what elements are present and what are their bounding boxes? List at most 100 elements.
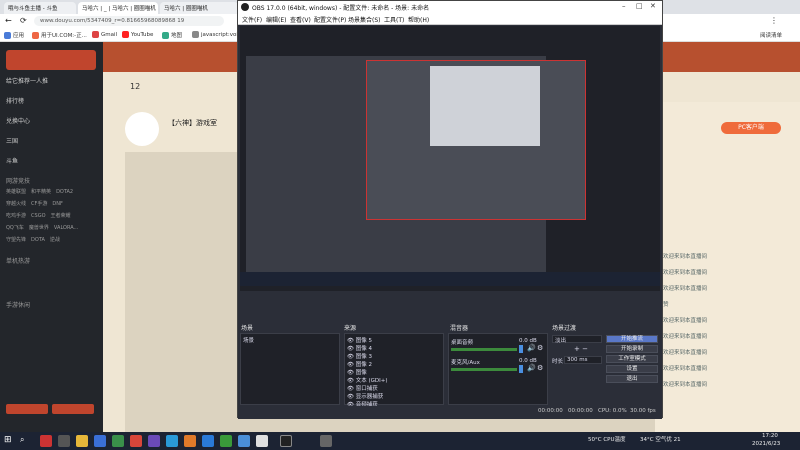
duration-input[interactable]: 300 ms bbox=[564, 356, 602, 364]
back-icon[interactable]: ← bbox=[5, 16, 12, 25]
settings-button[interactable]: 设置 bbox=[606, 365, 658, 373]
menu-scene-collection[interactable]: 场景集合(S) bbox=[348, 15, 381, 24]
nav-item[interactable]: 给它推荐一人推 bbox=[6, 76, 48, 85]
scene-item[interactable]: 场景 bbox=[243, 336, 254, 344]
windows-taskbar: ⊞ ⌕ 50°C CPU温度 34°C 空气优 21 17:20 2021/6/… bbox=[0, 432, 800, 450]
chat-line: 欢迎来到本直播间 bbox=[663, 270, 708, 276]
tab-label: 哦与斗鱼主播 - 斗鱼 bbox=[8, 6, 58, 12]
grid-item[interactable]: 守望先锋 DOTA 逆战 bbox=[6, 236, 60, 243]
nav-item[interactable]: 排行榜 bbox=[6, 96, 24, 105]
menu-view[interactable]: 查看(V) bbox=[290, 15, 311, 24]
exit-button[interactable]: 退出 bbox=[606, 375, 658, 383]
nav-item[interactable]: 兑换中心 bbox=[6, 116, 30, 125]
chat-line: 赞 bbox=[663, 302, 669, 308]
maximize-icon[interactable]: □ bbox=[636, 2, 643, 10]
app-icon[interactable] bbox=[58, 435, 70, 447]
tab-label: 马哈六 | 圈圈喵机 bbox=[164, 6, 208, 12]
source-item[interactable]: 👁 图像 3 bbox=[347, 352, 372, 360]
app-icon[interactable] bbox=[238, 435, 250, 447]
scenes-list[interactable]: 场景 bbox=[240, 333, 340, 405]
bookmark-maps[interactable]: 地图 bbox=[162, 31, 182, 39]
youtube-icon bbox=[122, 31, 129, 38]
reload-icon[interactable]: ⟳ bbox=[20, 16, 27, 25]
apps-icon bbox=[4, 32, 11, 39]
search-icon[interactable]: ⌕ bbox=[20, 435, 24, 445]
mixer-track-name: 桌面音频 bbox=[451, 340, 474, 346]
speaker-icon[interactable]: 🔊 bbox=[527, 344, 536, 352]
grid-item[interactable]: 吃鸡手游 CSGO 王者荣耀 bbox=[6, 212, 71, 219]
edge-icon[interactable] bbox=[202, 435, 214, 447]
source-item[interactable]: 👁 图像 bbox=[347, 368, 367, 376]
source-item[interactable]: 👁 图像 4 bbox=[347, 344, 372, 352]
avatar[interactable] bbox=[125, 112, 159, 146]
volume-slider[interactable] bbox=[519, 365, 523, 373]
nav-item[interactable]: 三国 bbox=[6, 136, 18, 145]
grid-item[interactable]: QQ飞车 魔兽世界 VALORA... bbox=[6, 224, 78, 231]
source-item[interactable]: 👁 显示器捕获 bbox=[347, 392, 383, 400]
chat-line: 欢迎来到本直播间 bbox=[663, 366, 708, 372]
source-item[interactable]: 👁 文本 (GDI+) bbox=[347, 376, 388, 384]
tab-2[interactable]: 马哈六 | _ | 马哈六 | 圈圈喵机 bbox=[78, 2, 158, 14]
studio-mode-button[interactable]: 工作室模式 bbox=[606, 355, 658, 363]
gear-icon[interactable]: ⚙ bbox=[537, 364, 543, 372]
open-stream-button[interactable] bbox=[6, 404, 48, 414]
start-recording-button[interactable]: 开始录制 bbox=[606, 345, 658, 353]
grid-item[interactable]: 穿越火线 CF手游 DNF bbox=[6, 200, 63, 207]
tab-3[interactable]: 马哈六 | 圈圈喵机 bbox=[160, 2, 238, 14]
menu-profile[interactable]: 配置文件(P) bbox=[314, 15, 346, 24]
start-icon[interactable]: ⊞ bbox=[4, 435, 12, 445]
download-button[interactable] bbox=[52, 404, 94, 414]
app-icon[interactable] bbox=[40, 435, 52, 447]
speaker-icon[interactable]: 🔊 bbox=[527, 364, 536, 372]
menu-help[interactable]: 帮助(H) bbox=[408, 15, 429, 24]
live-time: 00:00:00 bbox=[538, 408, 563, 414]
duration-label: 时长 bbox=[552, 359, 564, 365]
grid-item[interactable]: 英雄联盟 和平精英 DOTA2 bbox=[6, 188, 73, 195]
chat-line: 欢迎来到本直播间 bbox=[663, 254, 708, 260]
cpu-temp: 50°C CPU温度 bbox=[588, 437, 626, 443]
obs-docks: 场景 场景 + − ∧ ∨ 来源 👁 图像 5 👁 图像 4 👁 图像 3 👁 … bbox=[238, 323, 662, 419]
rec-time: 00:00:00 bbox=[568, 408, 593, 414]
nav-item[interactable]: 斗鱼 bbox=[6, 156, 18, 165]
bookmark-apps[interactable]: 应用 bbox=[4, 31, 24, 39]
app-icon[interactable] bbox=[130, 435, 142, 447]
menu-icon[interactable]: ⋮ bbox=[770, 16, 778, 25]
volume-slider[interactable] bbox=[519, 345, 523, 353]
obs-menu-bar: 文件(F) 编辑(E) 查看(V) 配置文件(P) 场景集合(S) 工具(T) … bbox=[238, 13, 662, 25]
close-icon[interactable]: ✕ bbox=[650, 2, 656, 10]
url-field[interactable]: www.douyu.com/5347409_r=0.81665968089868… bbox=[34, 16, 224, 26]
mixer-panel: 桌面音频 0.0 dB 🔊 ⚙ 麦克风/Aux 0.0 dB 🔊 ⚙ bbox=[448, 333, 548, 405]
source-item[interactable]: 👁 图像 2 bbox=[347, 360, 372, 368]
app-icon[interactable] bbox=[184, 435, 196, 447]
tab-label: 马哈六 | _ | 马哈六 | 圈圈喵机 bbox=[82, 6, 156, 12]
reading-list[interactable]: 阅读清单 bbox=[760, 31, 782, 39]
menu-file[interactable]: 文件(F) bbox=[242, 15, 262, 24]
nested-taskbar bbox=[240, 272, 660, 286]
obs-preview[interactable] bbox=[240, 26, 660, 291]
bookmark-1[interactable]: 用于UI.COM:-正... bbox=[32, 31, 87, 39]
folder-icon[interactable] bbox=[76, 435, 88, 447]
app-icon[interactable] bbox=[166, 435, 178, 447]
chrome-icon[interactable] bbox=[256, 435, 268, 447]
tab-1[interactable]: 哦与斗鱼主播 - 斗鱼 bbox=[4, 2, 76, 14]
menu-tools[interactable]: 工具(T) bbox=[384, 15, 404, 24]
app-icon[interactable] bbox=[220, 435, 232, 447]
pc-client-button[interactable]: PC客户端 bbox=[721, 122, 781, 134]
source-item[interactable]: 👁 窗口捕获 bbox=[347, 384, 378, 392]
minimize-icon[interactable]: – bbox=[622, 2, 626, 10]
sources-list[interactable]: 👁 图像 5 👁 图像 4 👁 图像 3 👁 图像 2 👁 图像 👁 文本 (G… bbox=[344, 333, 444, 408]
obs-icon[interactable] bbox=[280, 435, 292, 447]
app-icon[interactable] bbox=[148, 435, 160, 447]
gear-icon[interactable]: ⚙ bbox=[537, 344, 543, 352]
add-transition-icon[interactable]: + − bbox=[574, 345, 588, 353]
bookmark-youtube[interactable]: YouTube bbox=[122, 31, 153, 38]
app-icon[interactable] bbox=[112, 435, 124, 447]
source-item[interactable]: 👁 图像 5 bbox=[347, 336, 372, 344]
transition-select[interactable]: 淡出 bbox=[552, 335, 602, 344]
app-icon[interactable] bbox=[320, 435, 332, 447]
scenes-title: 场景 bbox=[241, 325, 254, 332]
menu-edit[interactable]: 编辑(E) bbox=[266, 15, 286, 24]
bookmark-gmail[interactable]: Gmail bbox=[92, 31, 117, 38]
start-streaming-button[interactable]: 开始推流 bbox=[606, 335, 658, 343]
app-icon[interactable] bbox=[94, 435, 106, 447]
